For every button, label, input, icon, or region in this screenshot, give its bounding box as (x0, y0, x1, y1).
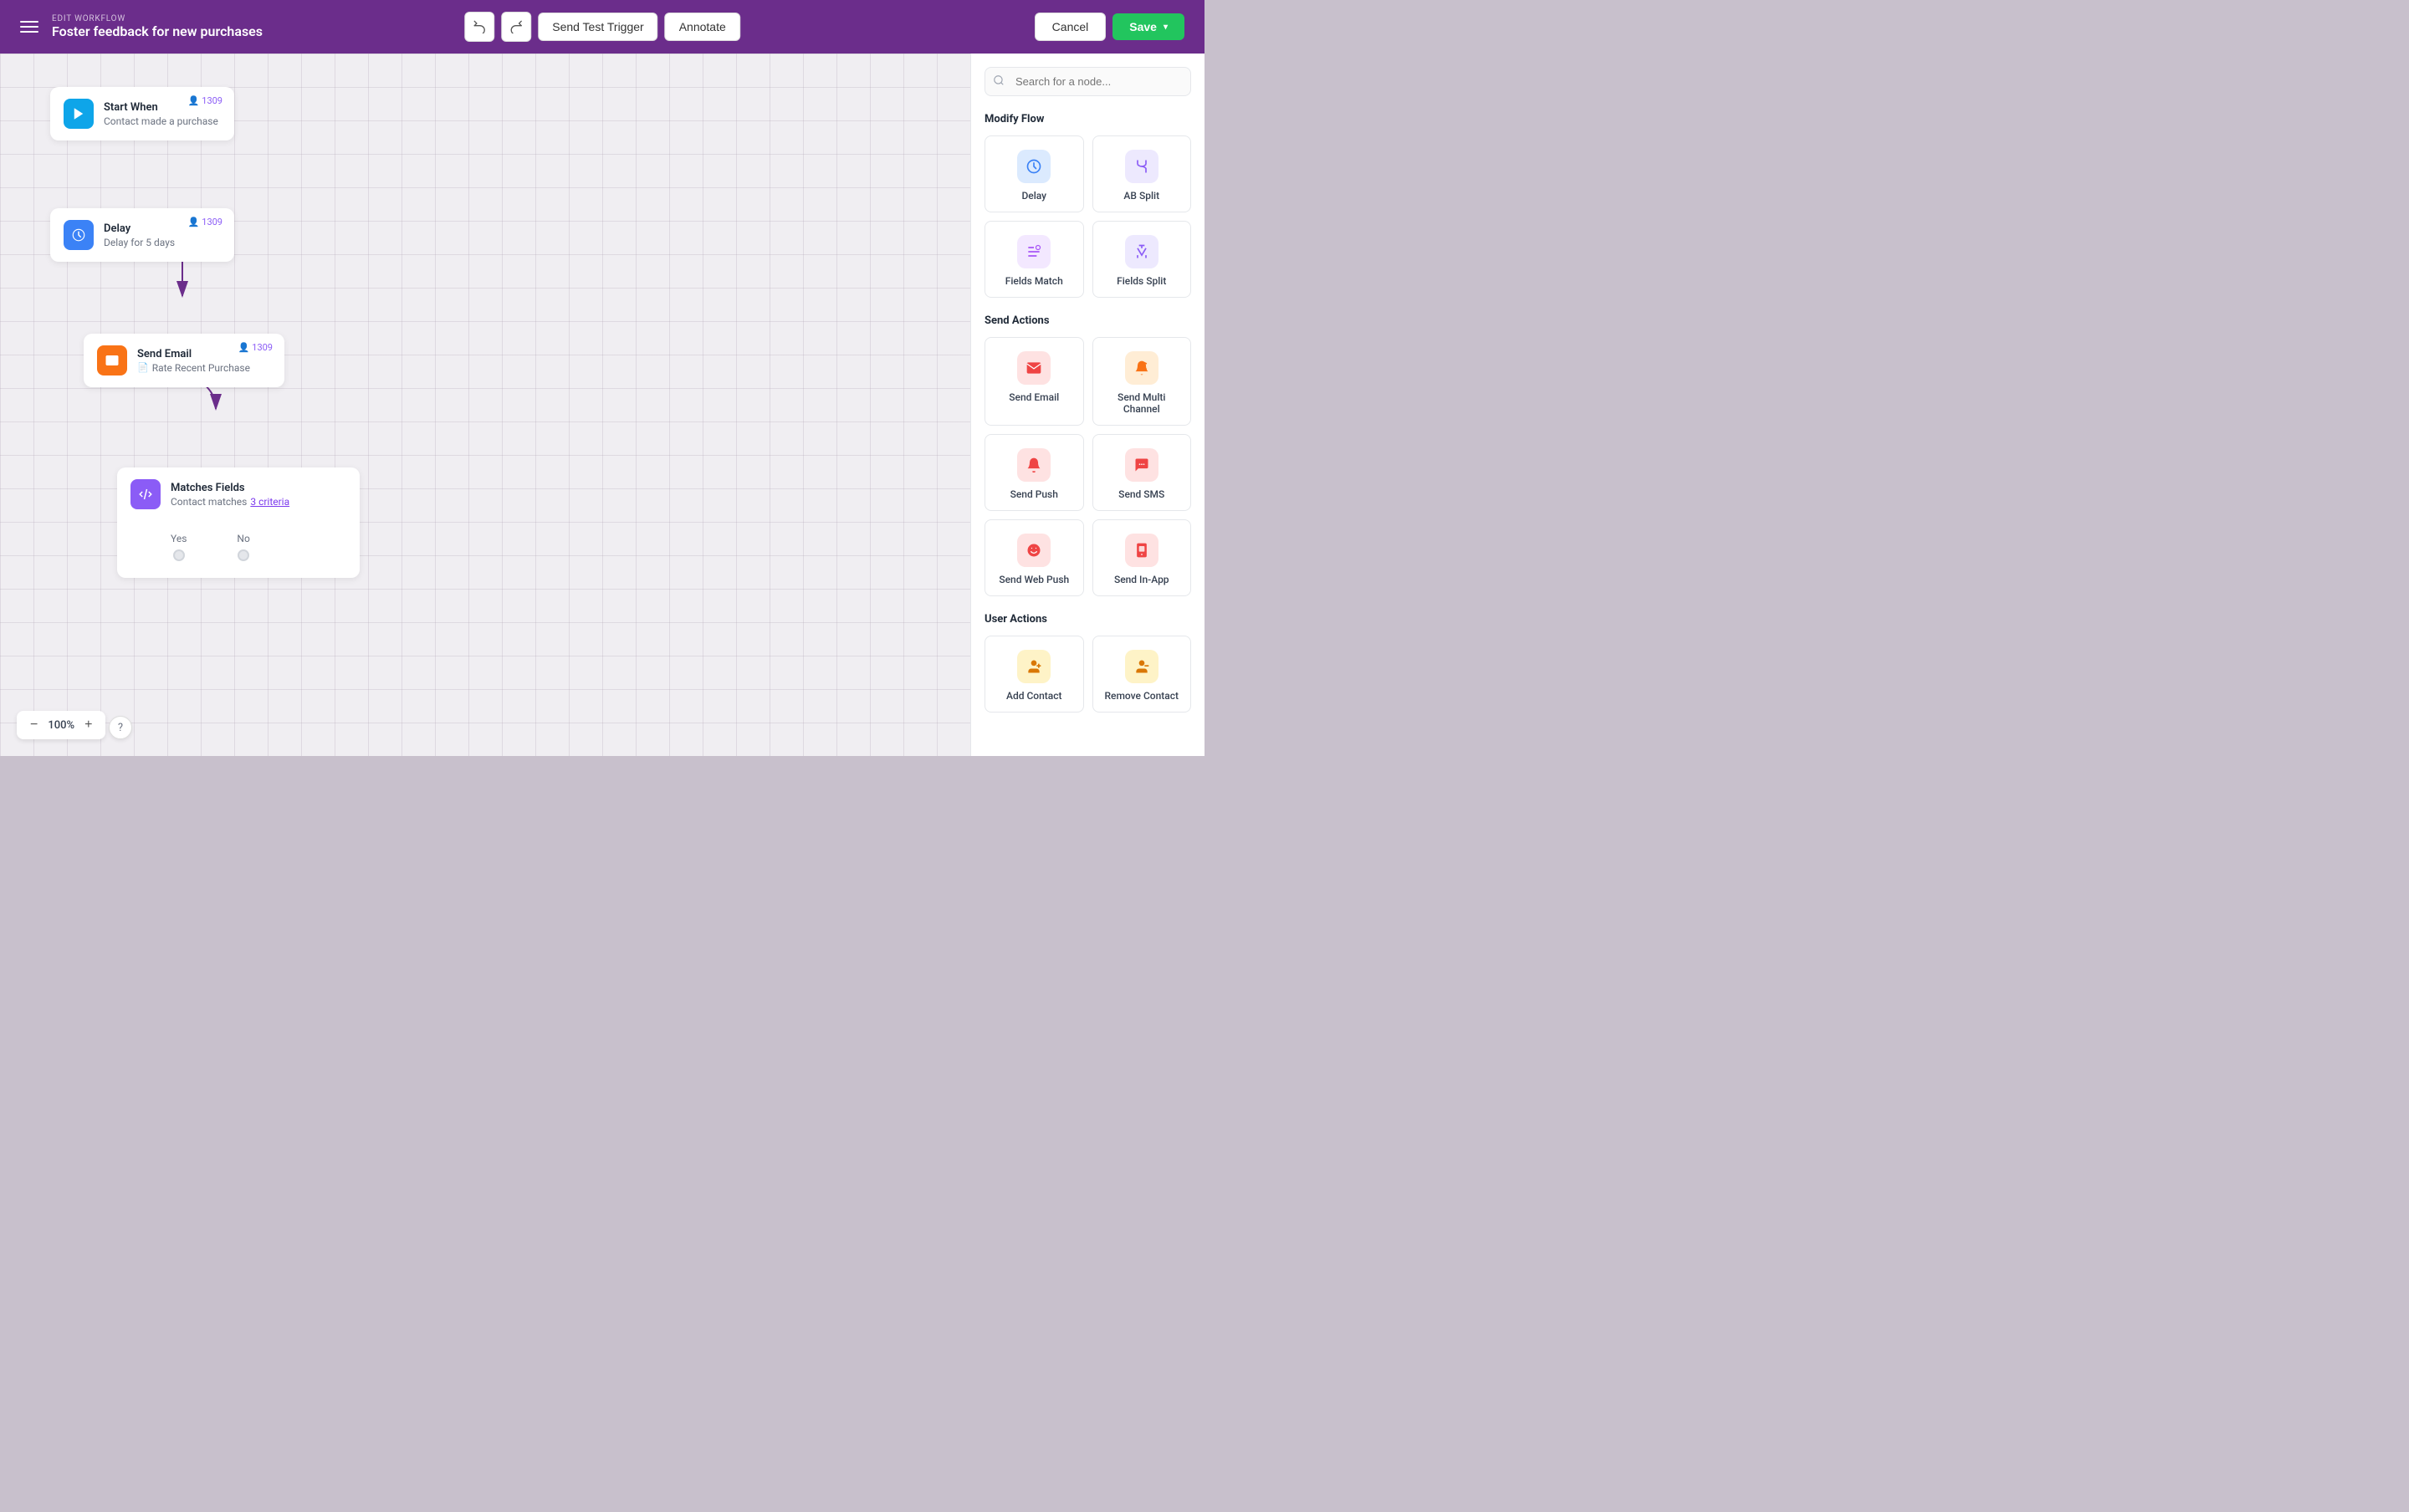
send-in-app-card-label: Send In-App (1114, 574, 1169, 585)
delay-card-label: Delay (1021, 190, 1046, 202)
zoom-controls: − 100% + (17, 711, 105, 739)
zoom-out-button[interactable]: − (27, 716, 41, 734)
zoom-in-button[interactable]: + (81, 716, 95, 734)
matches-fields-header: Matches Fields Contact matches 3 criteri… (130, 479, 346, 509)
search-box (985, 67, 1191, 96)
workflow-canvas[interactable]: Start When Contact made a purchase 👤 130… (0, 54, 970, 756)
delay-card[interactable]: Delay (985, 135, 1084, 212)
send-sms-card[interactable]: Send SMS (1092, 434, 1192, 511)
start-when-node[interactable]: Start When Contact made a purchase 👤 130… (50, 87, 234, 140)
header-center-controls: Send Test Trigger Annotate (464, 12, 740, 42)
send-web-push-card[interactable]: Send Web Push (985, 519, 1084, 596)
user-actions-grid: Add Contact Remove Contact (985, 636, 1191, 713)
annotate-button[interactable]: Annotate (665, 13, 740, 41)
send-email-count: 👤 1309 (238, 342, 273, 353)
send-in-app-card-icon (1125, 534, 1158, 567)
matches-fields-content: Matches Fields Contact matches 3 criteri… (171, 482, 346, 508)
redo-button[interactable] (501, 12, 531, 42)
remove-contact-card[interactable]: Remove Contact (1092, 636, 1192, 713)
fields-match-card-icon (1017, 235, 1051, 268)
workflow-title: Foster feedback for new purchases (52, 23, 263, 39)
menu-button[interactable] (20, 21, 38, 33)
user-icon-3: 👤 (238, 342, 250, 353)
send-test-trigger-button[interactable]: Send Test Trigger (538, 13, 657, 41)
fields-split-card-label: Fields Split (1117, 275, 1166, 287)
edit-workflow-label: EDIT WORKFLOW (52, 14, 263, 23)
add-contact-card-icon (1017, 650, 1051, 683)
header-title-group: EDIT WORKFLOW Foster feedback for new pu… (52, 14, 263, 39)
fields-split-card[interactable]: Fields Split (1092, 221, 1192, 298)
send-push-card-label: Send Push (1010, 488, 1058, 500)
no-label: No (237, 533, 249, 544)
fields-match-card[interactable]: Fields Match (985, 221, 1084, 298)
send-multi-card-icon (1125, 351, 1158, 385)
delay-card-icon (1017, 150, 1051, 183)
right-panel: Modify Flow Delay AB Split Fields Match (970, 54, 1204, 756)
remove-contact-card-label: Remove Contact (1105, 690, 1179, 702)
modify-flow-grid: Delay AB Split Fields Match Fields Split (985, 135, 1191, 298)
main-layout: Start When Contact made a purchase 👤 130… (0, 54, 1204, 756)
start-when-subtitle: Contact made a purchase (104, 115, 221, 127)
yes-dot[interactable] (173, 549, 185, 561)
zoom-level-display: 100% (48, 719, 74, 732)
ab-split-card[interactable]: AB Split (1092, 135, 1192, 212)
send-multi-card-label: Send Multi Channel (1100, 391, 1184, 415)
send-email-icon (97, 345, 127, 375)
yes-label: Yes (171, 533, 187, 544)
node-search-input[interactable] (985, 67, 1191, 96)
connectors-svg (0, 54, 970, 756)
criteria-link[interactable]: 3 criteria (250, 496, 289, 508)
matches-fields-node[interactable]: Matches Fields Contact matches 3 criteri… (117, 467, 360, 578)
header: EDIT WORKFLOW Foster feedback for new pu… (0, 0, 1204, 54)
send-actions-section-title: Send Actions (985, 314, 1191, 327)
matches-fields-subtitle: Contact matches 3 criteria (171, 496, 346, 508)
save-button[interactable]: Save ▾ (1112, 13, 1184, 40)
user-actions-section-title: User Actions (985, 613, 1191, 626)
send-email-card-label: Send Email (1009, 391, 1059, 403)
send-email-node[interactable]: Send Email 📄 Rate Recent Purchase 👤 1309 (84, 334, 284, 387)
matches-fields-icon (130, 479, 161, 509)
remove-contact-card-icon (1125, 650, 1158, 683)
search-icon (993, 74, 1005, 89)
help-button[interactable]: ? (109, 716, 132, 739)
delay-count: 👤 1309 (188, 217, 222, 227)
modify-flow-section-title: Modify Flow (985, 113, 1191, 125)
send-in-app-card[interactable]: Send In-App (1092, 519, 1192, 596)
ab-split-card-icon (1125, 150, 1158, 183)
yes-branch: Yes (171, 533, 187, 561)
delay-node[interactable]: Delay Delay for 5 days 👤 1309 (50, 208, 234, 262)
send-email-subtitle: 📄 Rate Recent Purchase (137, 362, 271, 374)
fields-split-card-icon (1125, 235, 1158, 268)
matches-branches: Yes No (130, 533, 346, 561)
no-dot[interactable] (238, 549, 249, 561)
undo-button[interactable] (464, 12, 494, 42)
user-icon: 👤 (188, 95, 200, 106)
send-multi-card[interactable]: Send Multi Channel (1092, 337, 1192, 426)
send-actions-grid: Send Email Send Multi Channel Send Push … (985, 337, 1191, 596)
header-right-controls: Cancel Save ▾ (1035, 13, 1184, 41)
delay-subtitle: Delay for 5 days (104, 237, 221, 248)
matches-fields-title: Matches Fields (171, 482, 346, 494)
cancel-button[interactable]: Cancel (1035, 13, 1107, 41)
send-web-push-card-label: Send Web Push (999, 574, 1069, 585)
send-email-card[interactable]: Send Email (985, 337, 1084, 426)
delay-icon (64, 220, 94, 250)
send-push-card-icon (1017, 448, 1051, 482)
user-icon-2: 👤 (188, 217, 200, 227)
no-branch: No (237, 533, 249, 561)
send-sms-card-label: Send SMS (1118, 488, 1164, 500)
send-sms-card-icon (1125, 448, 1158, 482)
send-email-card-icon (1017, 351, 1051, 385)
start-when-icon (64, 99, 94, 129)
save-chevron-icon: ▾ (1164, 23, 1168, 32)
start-when-count: 👤 1309 (188, 95, 222, 106)
ab-split-card-label: AB Split (1123, 190, 1159, 202)
add-contact-card-label: Add Contact (1006, 690, 1062, 702)
send-web-push-card-icon (1017, 534, 1051, 567)
add-contact-card[interactable]: Add Contact (985, 636, 1084, 713)
fields-match-card-label: Fields Match (1005, 275, 1063, 287)
send-push-card[interactable]: Send Push (985, 434, 1084, 511)
